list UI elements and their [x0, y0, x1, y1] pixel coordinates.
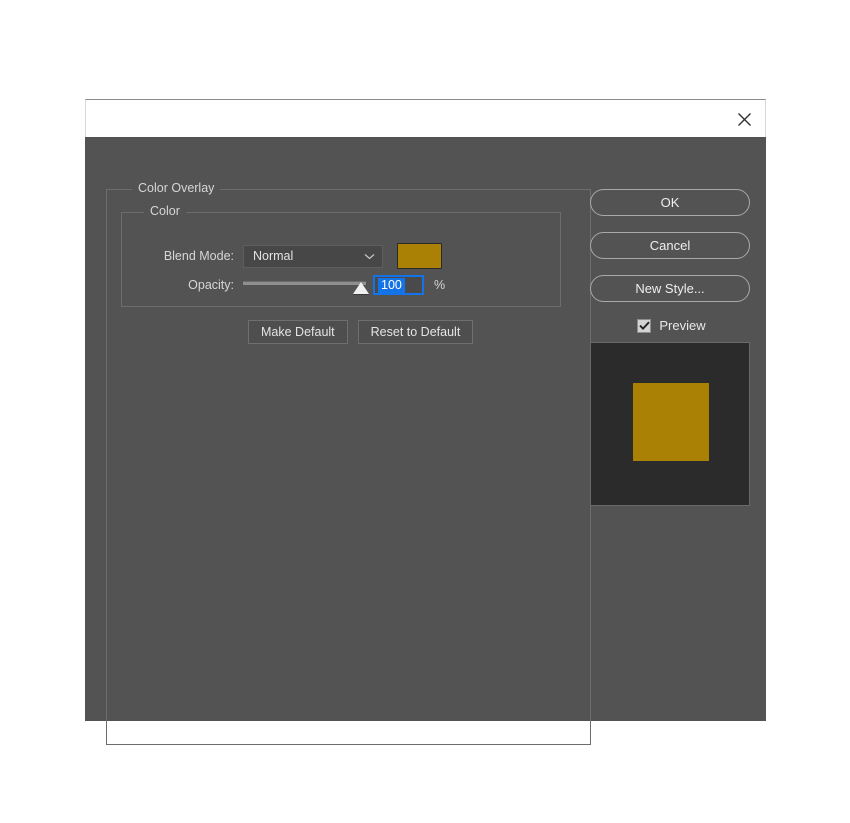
preview-label: Preview	[659, 318, 706, 333]
checkmark-icon	[639, 317, 650, 335]
new-style-button[interactable]: New Style...	[590, 275, 750, 302]
opacity-input-value: 100	[378, 277, 405, 293]
opacity-input[interactable]: 100	[373, 275, 424, 295]
blend-mode-value: Normal	[253, 249, 294, 263]
ok-button[interactable]: OK	[590, 189, 750, 216]
opacity-row: Opacity: 100 %	[122, 275, 560, 295]
reset-to-default-button[interactable]: Reset to Default	[357, 320, 474, 344]
color-overlay-group: Color Overlay Color Blend Mode: Normal O…	[106, 181, 591, 745]
opacity-label: Opacity:	[188, 278, 234, 292]
dialog-actions-column: OK Cancel New Style... Preview	[590, 189, 753, 506]
color-group-label: Color	[144, 204, 186, 218]
close-x-icon	[737, 112, 752, 127]
make-default-button[interactable]: Make Default	[248, 320, 348, 344]
dialog-body: Color Overlay Color Blend Mode: Normal O…	[85, 137, 766, 745]
preview-checkbox[interactable]	[637, 317, 652, 335]
color-group: Color Blend Mode: Normal Opacity: 100 %	[121, 204, 561, 307]
blend-mode-label: Blend Mode:	[163, 249, 234, 263]
chevron-down-icon	[364, 247, 375, 265]
preview-checkbox-row[interactable]: Preview	[590, 318, 753, 333]
layer-style-dialog: Color Overlay Color Blend Mode: Normal O…	[85, 99, 766, 745]
opacity-slider-track	[243, 281, 366, 285]
screenshot-root: Color Overlay Color Blend Mode: Normal O…	[0, 0, 850, 823]
close-button[interactable]	[729, 104, 759, 134]
dialog-titlebar	[85, 99, 766, 137]
opacity-slider[interactable]	[243, 275, 369, 295]
blend-mode-select[interactable]: Normal	[243, 244, 383, 268]
color-overlay-group-label: Color Overlay	[132, 181, 221, 195]
color-swatch-button[interactable]	[397, 243, 442, 269]
opacity-slider-thumb[interactable]	[353, 282, 369, 294]
preview-shape	[633, 383, 709, 461]
preview-thumbnail[interactable]	[590, 342, 750, 506]
cancel-button[interactable]: Cancel	[590, 232, 750, 259]
default-buttons-row: Make Default Reset to Default	[248, 320, 474, 344]
blend-mode-row: Blend Mode: Normal	[122, 243, 560, 269]
opacity-unit-label: %	[434, 278, 446, 292]
